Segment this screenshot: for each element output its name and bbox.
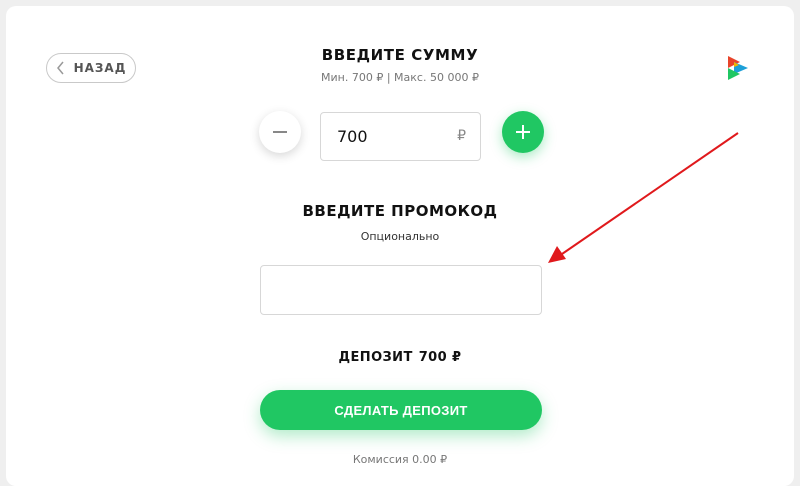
promo-title: ВВЕДИТЕ ПРОМОКОД: [302, 202, 498, 220]
deposit-summary-amount: 700 ₽: [418, 350, 462, 365]
minus-icon: [273, 131, 287, 133]
amount-field[interactable]: 700 ₽: [320, 112, 481, 161]
deposit-summary-label: ДЕПОЗИТ: [338, 350, 413, 365]
amount-value: 700: [337, 127, 368, 146]
page-title: ВВЕДИТЕ СУММУ: [321, 46, 479, 64]
commission-text: Комиссия 0.00 ₽: [352, 453, 448, 466]
promo-code-input[interactable]: [260, 265, 542, 315]
amount-limits: Мин. 700 ₽ | Макс. 50 000 ₽: [321, 71, 479, 84]
make-deposit-label: СДЕЛАТЬ ДЕПОЗИТ: [334, 402, 468, 418]
promo-subtitle: Опционально: [360, 230, 440, 243]
currency-symbol: ₽: [457, 128, 466, 144]
decrease-amount-button[interactable]: [259, 111, 301, 153]
increase-amount-button[interactable]: [502, 111, 544, 153]
brand-logo-icon: [728, 56, 748, 80]
deposit-summary: ДЕПОЗИТ 700 ₽: [0, 350, 800, 365]
make-deposit-button[interactable]: СДЕЛАТЬ ДЕПОЗИТ: [260, 390, 542, 430]
plus-icon: [516, 125, 530, 139]
